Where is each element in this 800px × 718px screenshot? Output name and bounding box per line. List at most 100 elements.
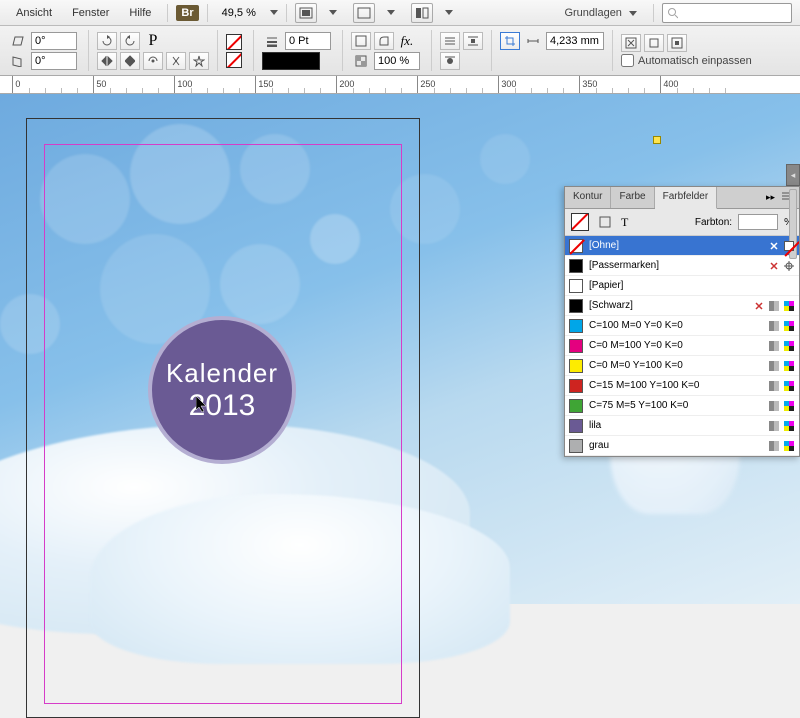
flip-h-icon[interactable] (97, 52, 117, 70)
anchor-handle[interactable] (653, 136, 661, 144)
center-content-icon[interactable] (667, 34, 687, 52)
angle-b-input[interactable]: 0° (31, 52, 77, 70)
stroke-weight-input[interactable]: 0 Pt (285, 32, 331, 50)
frame-width-input[interactable]: 4,233 mm (546, 32, 604, 50)
skew-v-icon (8, 52, 28, 70)
view-options-button[interactable] (295, 3, 317, 23)
effects-icon[interactable]: fx. (397, 32, 417, 50)
swatch-label: grau (589, 440, 762, 451)
fit-content-icon[interactable] (621, 34, 641, 52)
dropdown-caret-icon[interactable] (387, 10, 395, 15)
swatch-label: C=75 M=5 Y=100 K=0 (589, 400, 762, 411)
swatch-row[interactable]: [Passermarken] (565, 256, 799, 276)
tint-label: Farbton: (695, 217, 732, 228)
fill-proxy-icon[interactable] (571, 213, 589, 231)
wrap-shape-icon[interactable] (440, 52, 460, 70)
cmyk-icon (783, 440, 795, 452)
arrange-button[interactable] (411, 3, 433, 23)
swatch-label: [Schwarz] (589, 300, 747, 311)
tab-farbe[interactable]: Farbe (611, 187, 654, 208)
panel-dock-handle[interactable] (786, 164, 800, 186)
global-icon (768, 400, 780, 412)
autofit-checkbox[interactable]: Automatisch einpassen (621, 54, 752, 67)
screen-mode-button[interactable] (353, 3, 375, 23)
swatch-label: [Ohne] (589, 240, 762, 251)
star-icon[interactable] (189, 52, 209, 70)
cmyk-icon (783, 420, 795, 432)
search-field[interactable] (682, 7, 787, 19)
corner-options-icon[interactable] (374, 32, 394, 50)
swatch-row[interactable]: [Schwarz] (565, 296, 799, 316)
swatch-row[interactable]: grau (565, 436, 799, 456)
swatch-row[interactable]: [Ohne] (565, 236, 799, 256)
swatch-chip (569, 339, 583, 353)
frame-w-icon (523, 32, 543, 50)
wrap-bounding-icon[interactable] (463, 32, 483, 50)
tab-kontur[interactable]: Kontur (565, 187, 611, 208)
swatch-chip (569, 439, 583, 453)
angle-a-input[interactable]: 0° (31, 32, 77, 50)
menu-hilfe[interactable]: Hilfe (121, 3, 159, 23)
dropdown-caret-icon[interactable] (445, 10, 453, 15)
global-icon (768, 440, 780, 452)
separator (167, 4, 168, 22)
swatch-label: C=100 M=0 Y=0 K=0 (589, 320, 762, 331)
bridge-badge[interactable]: Br (176, 5, 198, 21)
zoom-level[interactable]: 49,5 % (216, 5, 262, 21)
tint-input[interactable] (738, 214, 778, 230)
object-target-icon[interactable] (595, 213, 615, 231)
tab-farbfelder[interactable]: Farbfelder (655, 187, 718, 209)
rotate-cw-icon[interactable] (97, 32, 117, 50)
global-icon (768, 340, 780, 352)
panel-collapse-icon[interactable]: ▸▸ (766, 192, 775, 203)
swatch-row[interactable]: lila (565, 416, 799, 436)
swatch-row[interactable]: C=0 M=100 Y=0 K=0 (565, 336, 799, 356)
wrap-none-icon[interactable] (440, 32, 460, 50)
horizontal-ruler[interactable]: 050100150200250300350400 (0, 76, 800, 94)
flip-v-icon[interactable] (120, 52, 140, 70)
shear-icon[interactable] (166, 52, 186, 70)
lock-icon (753, 300, 765, 312)
rotate-ccw-icon[interactable] (120, 32, 140, 50)
none-type-icon (783, 240, 795, 252)
text-wrap-icon[interactable] (351, 32, 371, 50)
paragraph-icon: P (143, 32, 163, 50)
lock-icon (768, 260, 780, 272)
stroke-swatch-none[interactable] (226, 52, 242, 68)
search-input[interactable] (662, 3, 792, 23)
cmyk-icon (783, 340, 795, 352)
calendar-badge[interactable]: Kalender 2013 (148, 316, 296, 464)
panel-toolbar: T Farbton: % (565, 209, 799, 236)
swatch-chip (569, 359, 583, 373)
swatch-row[interactable]: [Papier] (565, 276, 799, 296)
dropdown-caret-icon[interactable] (329, 10, 337, 15)
search-icon (667, 7, 678, 19)
badge-title: Kalender (166, 358, 278, 389)
fit-frame-icon[interactable] (644, 34, 664, 52)
lock-icon (768, 240, 780, 252)
swatch-row[interactable]: C=75 M=5 Y=100 K=0 (565, 396, 799, 416)
global-icon (768, 420, 780, 432)
swatch-row[interactable]: C=100 M=0 Y=0 K=0 (565, 316, 799, 336)
opacity-input[interactable]: 100 % (374, 52, 420, 70)
separator (653, 4, 654, 22)
cmyk-icon (783, 400, 795, 412)
workspace-selector[interactable]: Grundlagen (556, 4, 645, 22)
fill-swatch-none[interactable] (226, 34, 242, 50)
crop-icon[interactable] (500, 32, 520, 50)
menu-ansicht[interactable]: Ansicht (8, 3, 60, 23)
top-menubar: Ansicht Fenster Hilfe Br 49,5 % Grundlag… (0, 0, 800, 26)
control-bar: 0° 0° P 0 Pt (0, 26, 800, 76)
swatch-list[interactable]: [Ohne] [Passermarken][Papier] [Schwarz] C=1… (565, 236, 799, 456)
text-target-icon[interactable]: T (621, 215, 628, 230)
swatch-chip (569, 239, 583, 253)
menu-fenster[interactable]: Fenster (64, 3, 117, 23)
stroke-style-selector[interactable] (262, 52, 320, 70)
swatch-chip (569, 259, 583, 273)
swatch-chip (569, 299, 583, 313)
transform-icon[interactable] (143, 52, 163, 70)
swatch-row[interactable]: C=15 M=100 Y=100 K=0 (565, 376, 799, 396)
swatch-label: lila (589, 420, 762, 431)
swatch-row[interactable]: C=0 M=0 Y=100 K=0 (565, 356, 799, 376)
zoom-caret-icon[interactable] (270, 10, 278, 15)
